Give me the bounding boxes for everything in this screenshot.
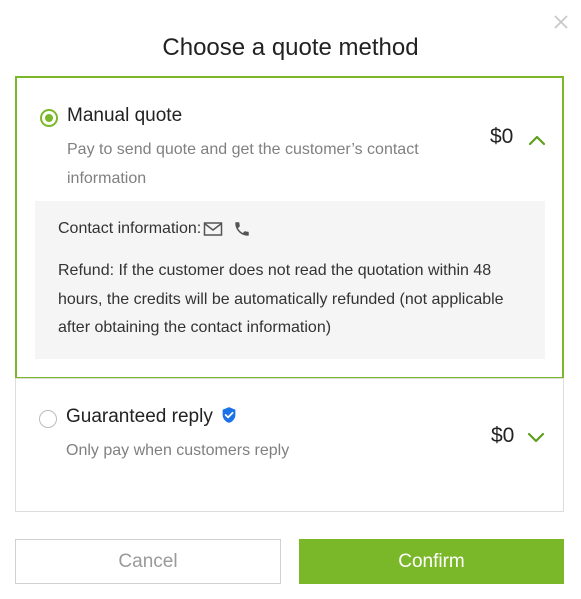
radio-guaranteed-reply[interactable] [39, 410, 57, 428]
option-description: Only pay when customers reply [66, 442, 290, 459]
radio-manual-quote[interactable] [40, 109, 58, 127]
option-description: Pay to send quote and get the customer’s… [67, 141, 419, 187]
close-icon [554, 15, 568, 29]
contact-info-panel: Contact information: Refund: If the cust… [35, 201, 545, 359]
cancel-button[interactable]: Cancel [15, 539, 281, 584]
dialog-title: Choose a quote method [162, 34, 419, 61]
close-button[interactable] [551, 12, 571, 32]
option-price: $0 [490, 125, 514, 148]
option-price: $0 [491, 424, 515, 447]
verified-badge-icon [222, 407, 236, 423]
confirm-button[interactable]: Confirm [299, 539, 564, 584]
option-title-text: Guaranteed reply [66, 406, 213, 427]
option-title: Manual quote [67, 105, 183, 126]
option-title: Guaranteed reply [66, 406, 238, 428]
mail-icon [203, 222, 223, 236]
option-manual-quote[interactable]: Manual quote Pay to send quote and get t… [15, 76, 564, 379]
contact-label: Contact information: [58, 220, 202, 237]
refund-notice: Refund: If the customer does not read th… [58, 262, 504, 336]
chevron-up-icon[interactable] [527, 133, 547, 147]
phone-icon [235, 222, 249, 236]
option-guaranteed-reply[interactable]: Guaranteed reply Only pay when customers… [15, 378, 564, 512]
chevron-down-icon[interactable] [526, 430, 546, 444]
contact-info-row: Contact information: [58, 220, 251, 238]
